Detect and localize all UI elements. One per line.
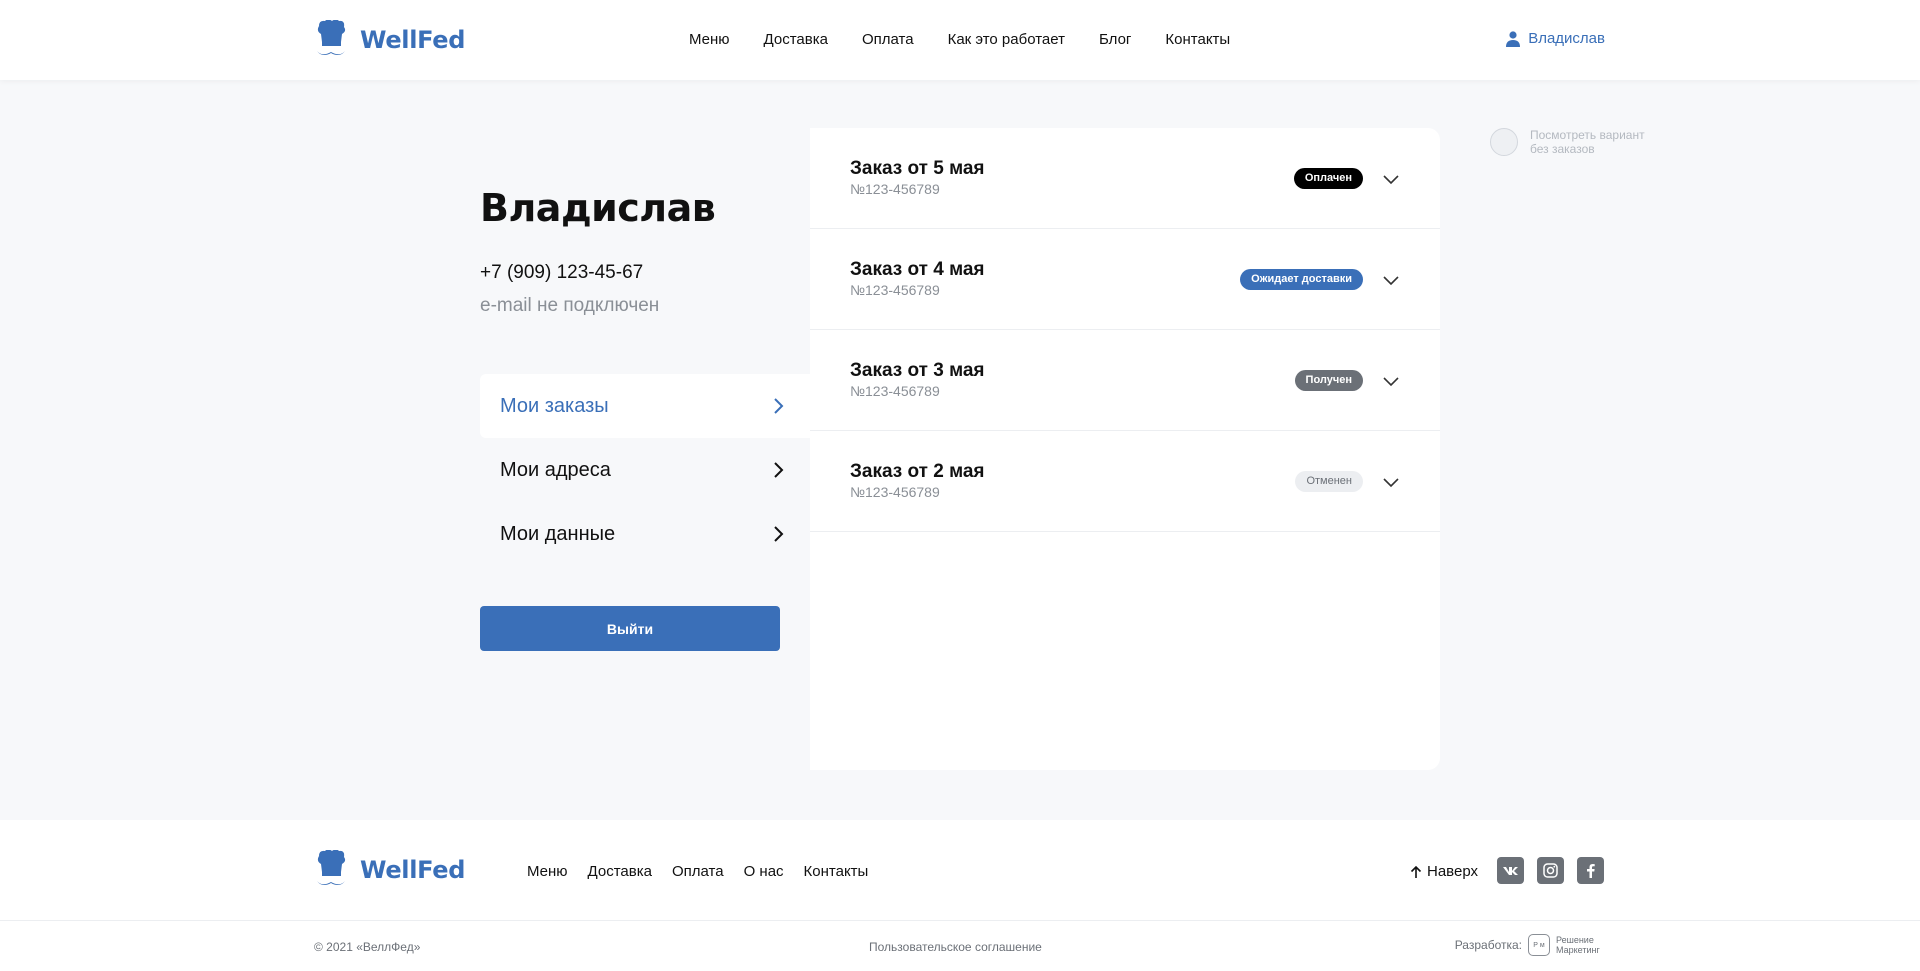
- toggle-label: Посмотреть вариант без заказов: [1530, 128, 1660, 156]
- chef-hat-icon: [317, 850, 346, 885]
- nav-item-how-it-works[interactable]: Как это работает: [948, 31, 1065, 48]
- nav-item-delivery[interactable]: Доставка: [764, 31, 828, 48]
- nav-item-payment[interactable]: Оплата: [862, 31, 914, 48]
- footer-logo[interactable]: WellFed: [314, 850, 465, 890]
- order-item[interactable]: Заказ от 3 мая №123-456789 Получен: [810, 330, 1440, 431]
- footer-nav-delivery[interactable]: Доставка: [588, 863, 652, 880]
- chevron-down-icon[interactable]: [1382, 271, 1400, 289]
- order-title: Заказ от 5 мая: [850, 158, 985, 179]
- profile-name: Владислав: [480, 186, 716, 230]
- user-icon: [1506, 30, 1521, 47]
- menu-item-label: Мои адреса: [500, 458, 611, 481]
- profile-menu: Мои заказы Мои адреса Мои данные: [480, 374, 810, 566]
- site-footer: WellFed Меню Доставка Оплата О нас Конта…: [0, 820, 1920, 971]
- developer-name: Решение Маркетинг: [1556, 935, 1606, 955]
- order-number: №123-456789: [850, 383, 940, 399]
- order-item[interactable]: Заказ от 4 мая №123-456789 Ожидает доста…: [810, 229, 1440, 330]
- menu-item-my-orders[interactable]: Мои заказы: [480, 374, 810, 438]
- footer-nav-contacts[interactable]: Контакты: [804, 863, 869, 880]
- brand-name: WellFed: [360, 26, 466, 54]
- chevron-right-icon: [774, 462, 784, 478]
- menu-item-my-addresses[interactable]: Мои адреса: [480, 438, 810, 502]
- brand-name: WellFed: [360, 856, 466, 884]
- order-title: Заказ от 3 мая: [850, 360, 985, 381]
- footer-divider: [0, 920, 1920, 921]
- order-title: Заказ от 2 мая: [850, 461, 985, 482]
- user-agreement-link[interactable]: Пользовательское соглашение: [869, 940, 1042, 954]
- developer-name-line: Маркетинг: [1556, 945, 1600, 955]
- order-item[interactable]: Заказ от 5 мая №123-456789 Оплачен: [810, 128, 1440, 229]
- developer-link[interactable]: Р м Решение Маркетинг: [1528, 934, 1606, 956]
- menu-item-my-data[interactable]: Мои данные: [480, 502, 810, 566]
- developer-credit: Разработка: Р м Решение Маркетинг: [1455, 934, 1606, 956]
- status-badge: Ожидает доставки: [1240, 269, 1363, 290]
- chevron-right-icon: [774, 398, 784, 414]
- menu-item-label: Мои заказы: [500, 394, 609, 417]
- instagram-icon[interactable]: [1537, 857, 1564, 884]
- empty-state-toggle[interactable]: Посмотреть вариант без заказов: [1490, 128, 1660, 156]
- copyright: © 2021 «ВеллФед»: [314, 940, 421, 954]
- nav-item-contacts[interactable]: Контакты: [1165, 31, 1230, 48]
- status-badge: Отменен: [1295, 471, 1363, 492]
- footer-nav-menu[interactable]: Меню: [527, 863, 568, 880]
- logout-button[interactable]: Выйти: [480, 606, 780, 651]
- facebook-icon[interactable]: [1577, 857, 1604, 884]
- status-badge: Оплачен: [1293, 168, 1363, 189]
- user-account-link[interactable]: Владислав: [1506, 30, 1605, 47]
- main-nav: Меню Доставка Оплата Как это работает Бл…: [689, 31, 1230, 48]
- user-name: Владислав: [1528, 30, 1605, 47]
- toggle-label-line: Посмотреть вариант: [1530, 128, 1645, 142]
- social-links: [1497, 857, 1604, 884]
- chef-hat-icon: [317, 20, 346, 55]
- back-to-top-link[interactable]: Наверх: [1410, 863, 1478, 880]
- order-title: Заказ от 4 мая: [850, 259, 985, 280]
- footer-nav-payment[interactable]: Оплата: [672, 863, 724, 880]
- nav-item-blog[interactable]: Блог: [1099, 31, 1131, 48]
- order-number: №123-456789: [850, 484, 940, 500]
- order-number: №123-456789: [850, 181, 940, 197]
- menu-item-label: Мои данные: [500, 522, 616, 545]
- chevron-down-icon[interactable]: [1382, 170, 1400, 188]
- arrow-up-icon: [1410, 865, 1422, 878]
- nav-item-menu[interactable]: Меню: [689, 31, 730, 48]
- developer-name-line: Решение: [1556, 935, 1594, 945]
- site-header: WellFed Меню Доставка Оплата Как это раб…: [0, 0, 1920, 80]
- logo[interactable]: WellFed: [314, 20, 465, 60]
- toggle-radio[interactable]: [1490, 128, 1518, 156]
- order-number: №123-456789: [850, 282, 940, 298]
- profile-phone: +7 (909) 123-45-67: [480, 262, 644, 283]
- status-badge: Получен: [1294, 370, 1363, 391]
- back-to-top-label: Наверх: [1427, 863, 1478, 880]
- chevron-right-icon: [774, 526, 784, 542]
- footer-nav-about[interactable]: О нас: [744, 863, 784, 880]
- vk-icon[interactable]: [1497, 857, 1524, 884]
- toggle-label-line: без заказов: [1530, 142, 1595, 156]
- profile-email: e-mail не подключен: [480, 295, 660, 316]
- orders-list: Заказ от 5 мая №123-456789 Оплачен Заказ…: [810, 128, 1440, 770]
- developer-logo-icon: Р м: [1528, 934, 1550, 956]
- chevron-down-icon[interactable]: [1382, 473, 1400, 491]
- order-item[interactable]: Заказ от 2 мая №123-456789 Отменен: [810, 431, 1440, 532]
- developer-label: Разработка:: [1454, 938, 1522, 952]
- footer-nav: Меню Доставка Оплата О нас Контакты: [527, 863, 868, 880]
- chevron-down-icon[interactable]: [1382, 372, 1400, 390]
